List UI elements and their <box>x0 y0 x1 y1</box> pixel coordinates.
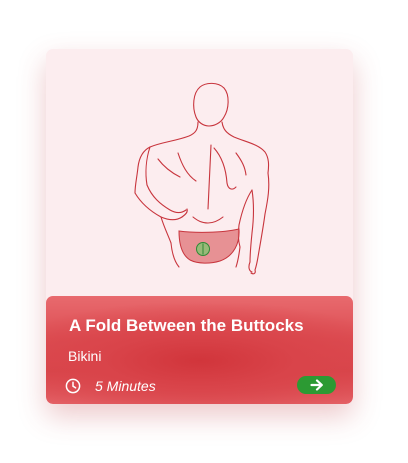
card-info-panel: A Fold Between the Buttocks Bikini 5 Min… <box>46 296 353 404</box>
body-back-illustration <box>134 82 270 275</box>
card-title: A Fold Between the Buttocks <box>69 316 304 335</box>
duration-label: 5 Minutes <box>95 378 156 394</box>
start-button[interactable] <box>297 376 336 394</box>
card-category: Bikini <box>68 348 102 364</box>
treatment-card[interactable]: A Fold Between the Buttocks Bikini 5 Min… <box>46 49 353 404</box>
arrow-right-icon <box>309 379 323 391</box>
clock-icon <box>65 378 81 394</box>
duration-row: 5 Minutes <box>65 377 156 395</box>
